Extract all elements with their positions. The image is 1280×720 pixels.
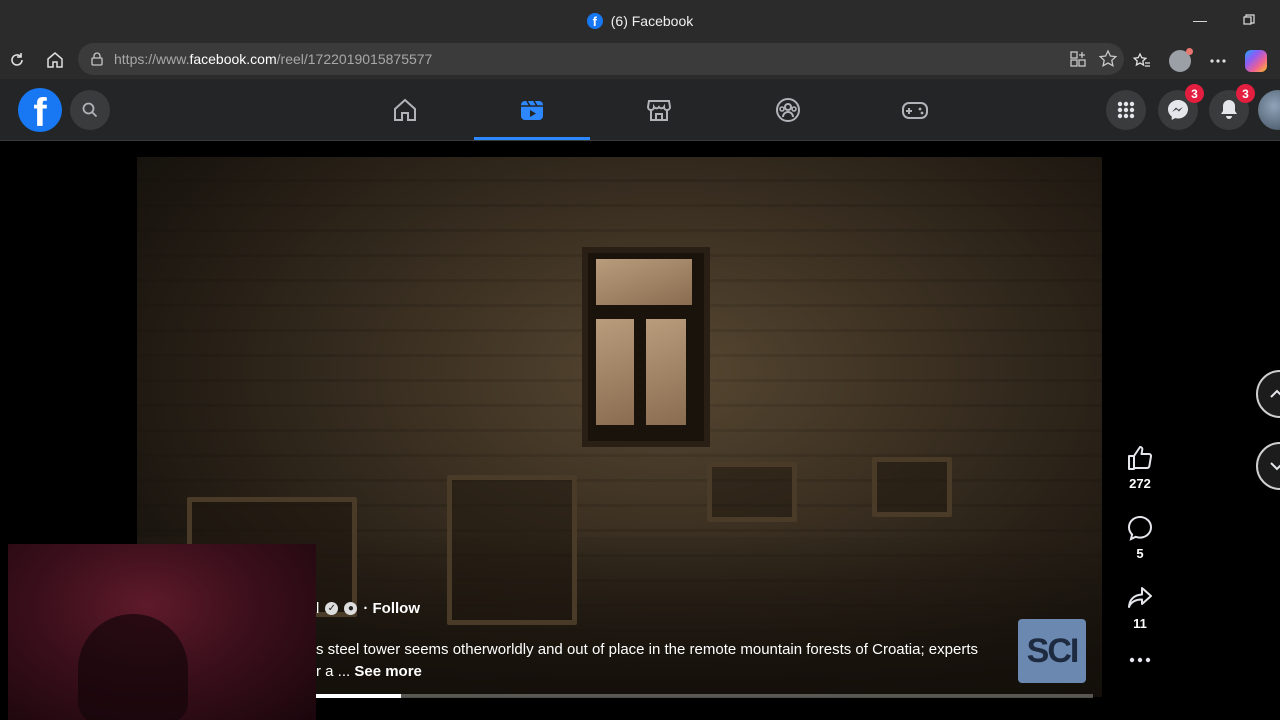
reload-button[interactable] — [1, 44, 33, 76]
webcam-person-silhouette — [78, 614, 188, 720]
public-globe-icon: ● — [344, 602, 358, 615]
search-icon — [82, 102, 98, 118]
share-action[interactable]: 11 — [1118, 584, 1162, 631]
verified-badge-icon: ✓ — [325, 602, 339, 615]
more-horizontal-icon — [1210, 59, 1226, 63]
messenger-icon — [1168, 100, 1188, 120]
home-icon — [394, 98, 416, 121]
reload-icon — [11, 53, 23, 66]
restore-icon — [1243, 14, 1255, 25]
tab-gaming[interactable] — [857, 79, 973, 140]
previous-reel-button[interactable] — [1256, 370, 1280, 418]
messenger-badge: 3 — [1185, 84, 1204, 103]
profile-avatar — [1169, 48, 1193, 72]
favorites-list-icon — [1132, 52, 1150, 67]
url-text: https://www.facebook.com/reel/1722019015… — [114, 51, 433, 67]
bell-icon — [1221, 100, 1237, 119]
app-available-icon[interactable] — [1068, 49, 1088, 69]
more-menu-button[interactable] — [1202, 45, 1234, 77]
favorites-button[interactable] — [1126, 45, 1158, 77]
like-action[interactable]: 272 — [1118, 444, 1162, 491]
caption-line-1: s steel tower seems otherworldly and out… — [316, 641, 978, 658]
facebook-logo[interactable]: f — [18, 88, 62, 132]
facebook-navbar: f 3 3 — [0, 79, 1280, 141]
video-bed-shape — [707, 462, 797, 522]
share-count: 11 — [1133, 616, 1147, 631]
profile-button[interactable] — [1164, 45, 1196, 77]
video-progress-fill — [316, 694, 402, 698]
notifications-badge: 3 — [1236, 84, 1255, 103]
home-icon — [47, 52, 63, 68]
menu-grid-icon — [1117, 101, 1135, 119]
account-avatar[interactable] — [1258, 90, 1280, 130]
favorite-star-icon[interactable] — [1098, 49, 1118, 69]
gaming-icon — [902, 101, 928, 119]
window-title: (6) Facebook — [610, 12, 694, 29]
lock-icon[interactable] — [90, 52, 104, 66]
caption-line-2: r a ... — [316, 663, 351, 680]
notifications-button[interactable]: 3 — [1209, 84, 1255, 130]
author-name[interactable]: l — [316, 600, 319, 617]
more-horizontal-icon — [1129, 657, 1151, 663]
comment-count: 5 — [1136, 546, 1144, 561]
like-thumb-icon — [1128, 446, 1152, 470]
video-bed-shape — [447, 475, 577, 625]
search-button[interactable] — [70, 90, 110, 130]
chevron-down-icon — [1270, 462, 1280, 471]
video-progress-bar[interactable] — [316, 694, 1093, 698]
messenger-button[interactable]: 3 — [1158, 84, 1204, 130]
video-icon — [521, 100, 543, 120]
copilot-button[interactable] — [1240, 45, 1272, 77]
follow-button[interactable]: · Follow — [363, 600, 420, 617]
tab-groups[interactable] — [730, 79, 846, 140]
marketplace-icon — [646, 99, 672, 121]
like-count: 272 — [1129, 476, 1151, 491]
more-options-action[interactable] — [1118, 656, 1162, 664]
menu-button[interactable] — [1106, 90, 1146, 130]
webcam-overlay — [8, 544, 316, 720]
comment-action[interactable]: 5 — [1118, 514, 1162, 561]
see-more-link[interactable]: See more — [354, 663, 422, 680]
chevron-up-icon — [1270, 389, 1280, 398]
address-bar[interactable]: https://www.facebook.com/reel/1722019015… — [78, 43, 1124, 75]
tab-video[interactable] — [474, 79, 590, 140]
comment-bubble-icon — [1127, 515, 1153, 541]
reel-viewer: SCI l ✓ ● · Follow s steel tower seems o… — [0, 141, 1280, 720]
reel-author-row: l ✓ ● · Follow — [316, 600, 420, 617]
next-reel-button[interactable] — [1256, 442, 1280, 490]
restore-button[interactable] — [1237, 10, 1261, 30]
groups-icon — [776, 97, 800, 122]
window-titlebar: f (6) Facebook — — [0, 0, 1280, 41]
browser-toolbar-right — [1126, 45, 1272, 77]
video-window-scene — [582, 247, 710, 447]
tab-marketplace[interactable] — [601, 79, 717, 140]
browser-toolbar: https://www.facebook.com/reel/1722019015… — [0, 41, 1280, 79]
reel-caption: s steel tower seems otherworldly and out… — [316, 639, 1036, 683]
share-arrow-icon — [1128, 587, 1152, 608]
home-button[interactable] — [39, 44, 71, 76]
copilot-icon — [1245, 50, 1267, 72]
video-bed-shape — [872, 457, 952, 517]
minimize-button[interactable]: — — [1188, 10, 1212, 30]
facebook-favicon-icon: f — [586, 12, 603, 29]
tab-home[interactable] — [347, 79, 463, 140]
